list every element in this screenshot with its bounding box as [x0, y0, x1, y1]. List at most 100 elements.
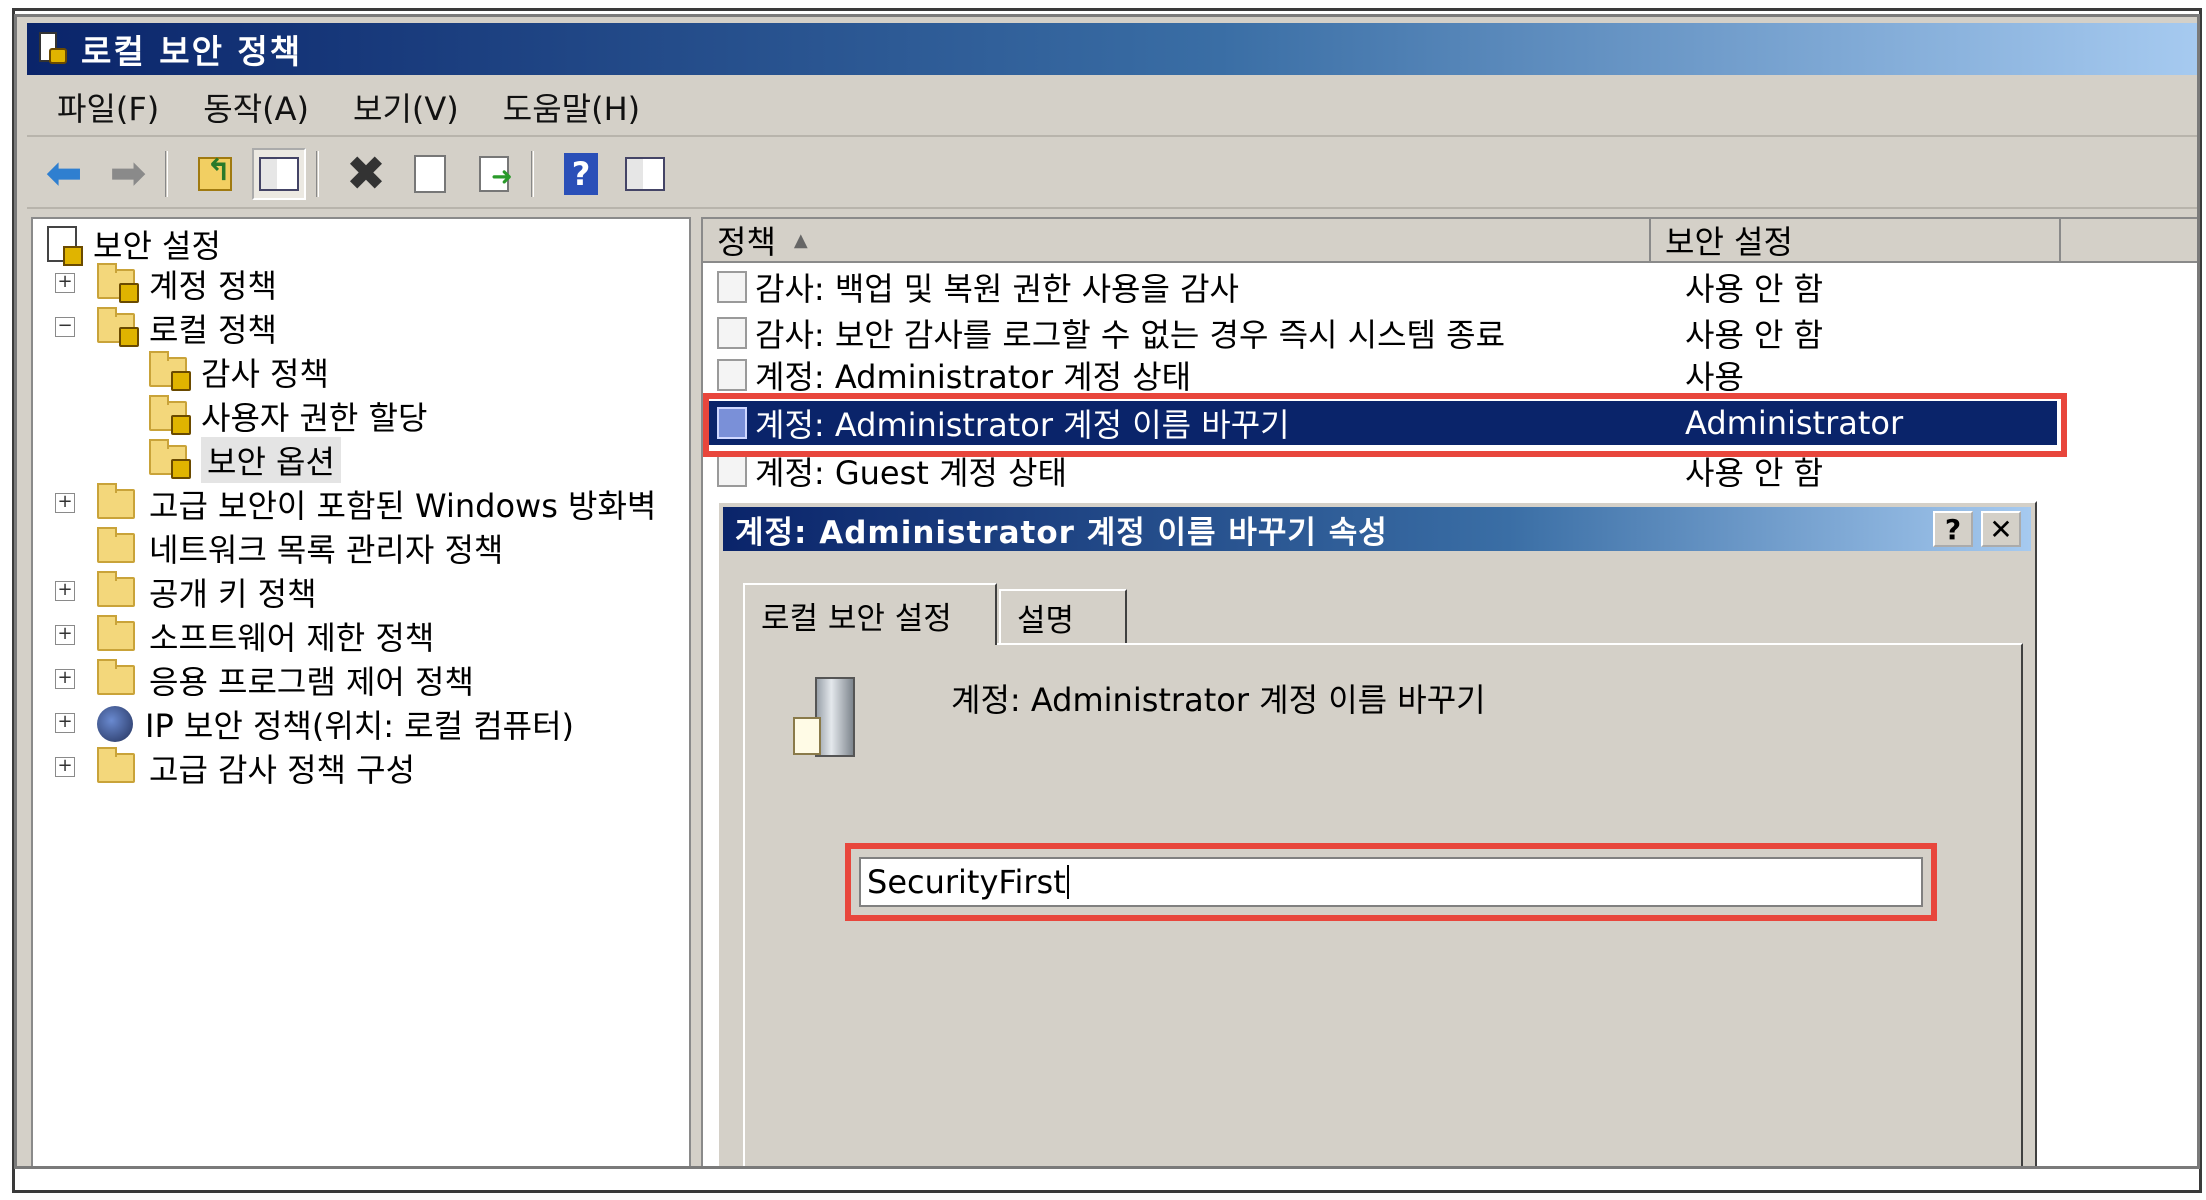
policy-name: 감사: 보안 감사를 로그할 수 없는 경우 즉시 시스템 종료 [755, 316, 1506, 354]
setting-heading: 계정: Administrator 계정 이름 바꾸기 [951, 681, 1486, 719]
tree-item-security-options[interactable]: 보안 옵션 [149, 437, 341, 483]
expand-toggle[interactable]: + [55, 581, 75, 601]
policy-setting: 사용 [1685, 358, 1744, 396]
toolbar: ⬅ ➡ ✖ ? [27, 141, 2197, 209]
up-one-level-button[interactable] [188, 148, 242, 200]
folder-icon [97, 483, 135, 519]
console-tree[interactable]: 보안 설정 + 계정 정책 − 로컬 정책 감사 정책 사용자 권한 할당 보안… [31, 217, 691, 1166]
tree-item-user-rights[interactable]: 사용자 권한 할당 [149, 395, 427, 437]
window-title: 로컬 보안 정책 [81, 32, 303, 71]
column-label: 보안 설정 [1665, 223, 1793, 261]
folder-icon [97, 747, 135, 783]
help-button[interactable]: ? [554, 148, 608, 200]
properties-dialog: 계정: Administrator 계정 이름 바꾸기 속성 ? ✕ 로컬 보안… [717, 501, 2037, 1166]
toolbar-separator [165, 151, 168, 197]
tree-label: IP 보안 정책(위치: 로컬 컴퓨터) [145, 707, 575, 745]
menu-file[interactable]: 파일(F) [57, 84, 159, 130]
policy-folder-icon [149, 439, 191, 479]
dialog-help-button[interactable]: ? [1933, 511, 1973, 547]
tree-label: 공개 키 정책 [149, 575, 317, 613]
policy-icon [717, 455, 747, 487]
export-list-button[interactable] [467, 148, 521, 200]
folder-icon [97, 615, 135, 651]
dialog-title-bar[interactable]: 계정: Administrator 계정 이름 바꾸기 속성 [723, 507, 2031, 551]
policy-folder-icon [97, 263, 139, 303]
tree-item-local-policies[interactable]: 로컬 정책 [97, 307, 277, 349]
dialog-close-button[interactable]: ✕ [1981, 511, 2021, 547]
policy-icon [717, 317, 747, 349]
back-icon: ⬅ [45, 148, 83, 199]
expand-toggle[interactable]: + [55, 713, 75, 733]
export-list-icon [479, 156, 513, 192]
expand-toggle[interactable]: + [55, 757, 75, 777]
tree-label: 사용자 권한 할당 [201, 399, 428, 437]
back-button[interactable]: ⬅ [37, 148, 91, 200]
tab-label: 설명 [1017, 602, 1075, 639]
tree-label: 감사 정책 [201, 355, 329, 393]
folder-icon [97, 571, 135, 607]
column-label: 정책 [717, 223, 776, 261]
ip-security-icon [97, 706, 133, 742]
tree-item-ip-security[interactable]: IP 보안 정책(위치: 로컬 컴퓨터) [97, 703, 574, 745]
list-item[interactable]: 감사: 보안 감사를 로그할 수 없는 경우 즉시 시스템 종료 사용 안 함 [703, 311, 2197, 355]
policy-folder-icon [97, 307, 139, 347]
tree-label: 고급 보안이 포함된 Windows 방화벽 [149, 487, 657, 525]
up-folder-icon [198, 153, 232, 191]
expand-toggle[interactable]: + [55, 669, 75, 689]
column-header-setting[interactable]: 보안 설정 [1651, 219, 2061, 263]
policy-setting: 사용 안 함 [1685, 316, 1824, 354]
delete-button[interactable]: ✖ [339, 146, 393, 202]
tree-item-account-policies[interactable]: 계정 정책 [97, 263, 277, 305]
toolbar-separator [316, 151, 319, 197]
console-tree-button[interactable] [618, 148, 672, 200]
expand-toggle[interactable]: + [55, 625, 75, 645]
tree-label: 보안 옵션 [201, 437, 341, 483]
console-tree-icon [625, 157, 665, 191]
tree-item-root[interactable]: 보안 설정 [47, 223, 221, 266]
security-policy-icon [35, 30, 69, 68]
show-hide-tree-button[interactable] [252, 148, 306, 200]
tree-label: 네트워크 목록 관리자 정책 [149, 531, 504, 569]
menu-action[interactable]: 동작(A) [203, 84, 309, 130]
collapse-toggle[interactable]: − [55, 317, 75, 337]
column-header-policy[interactable]: 정책 ▲ [703, 219, 1651, 263]
tree-label: 고급 감사 정책 구성 [149, 751, 416, 789]
list-item[interactable]: 계정: Administrator 계정 상태 사용 [703, 353, 2197, 397]
tree-label: 로컬 정책 [149, 311, 277, 349]
tree-item-app-control[interactable]: 응용 프로그램 제어 정책 [97, 659, 474, 701]
tree-item-audit-policy[interactable]: 감사 정책 [149, 351, 329, 393]
expand-toggle[interactable]: + [55, 273, 75, 293]
highlight-box-input [845, 843, 1937, 921]
policy-folder-icon [149, 351, 191, 391]
title-bar[interactable]: 로컬 보안 정책 [27, 23, 2197, 75]
tree-item-windows-firewall[interactable]: 고급 보안이 포함된 Windows 방화벽 [97, 483, 656, 525]
tree-item-software-restriction[interactable]: 소프트웨어 제한 정책 [97, 615, 434, 657]
security-settings-icon [47, 226, 83, 266]
properties-button[interactable] [403, 148, 457, 200]
tree-item-public-key[interactable]: 공개 키 정책 [97, 571, 317, 613]
menu-bar: 파일(F) 동작(A) 보기(V) 도움말(H) [27, 79, 2197, 137]
tree-label: 응용 프로그램 제어 정책 [149, 663, 474, 701]
server-policy-icon [793, 677, 855, 761]
menu-view[interactable]: 보기(V) [353, 84, 459, 130]
tree-item-advanced-audit[interactable]: 고급 감사 정책 구성 [97, 747, 415, 789]
sort-ascending-icon: ▲ [793, 229, 808, 251]
tree-label: 계정 정책 [149, 267, 277, 305]
tab-explain[interactable]: 설명 [999, 589, 1127, 643]
forward-button[interactable]: ➡ [101, 148, 155, 200]
folder-icon [97, 659, 135, 695]
policy-folder-icon [149, 395, 191, 435]
menu-help[interactable]: 도움말(H) [503, 84, 640, 130]
policy-setting: 사용 안 함 [1685, 270, 1824, 308]
column-header-empty [2061, 219, 2197, 263]
list-item[interactable]: 감사: 백업 및 복원 권한 사용을 감사 사용 안 함 [703, 265, 2197, 309]
properties-icon [414, 155, 446, 193]
policy-name: 계정: Administrator 계정 상태 [755, 358, 1192, 396]
local-security-policy-window: 로컬 보안 정책 파일(F) 동작(A) 보기(V) 도움말(H) ⬅ ➡ ✖ … [14, 14, 2200, 1169]
expand-toggle[interactable]: + [55, 493, 75, 513]
tree-label: 소프트웨어 제한 정책 [149, 619, 435, 657]
tree-item-network-list-manager[interactable]: 네트워크 목록 관리자 정책 [97, 527, 503, 569]
forward-icon: ➡ [109, 148, 147, 199]
policy-icon [717, 271, 747, 303]
tab-local-security-setting[interactable]: 로컬 보안 설정 [743, 583, 997, 645]
